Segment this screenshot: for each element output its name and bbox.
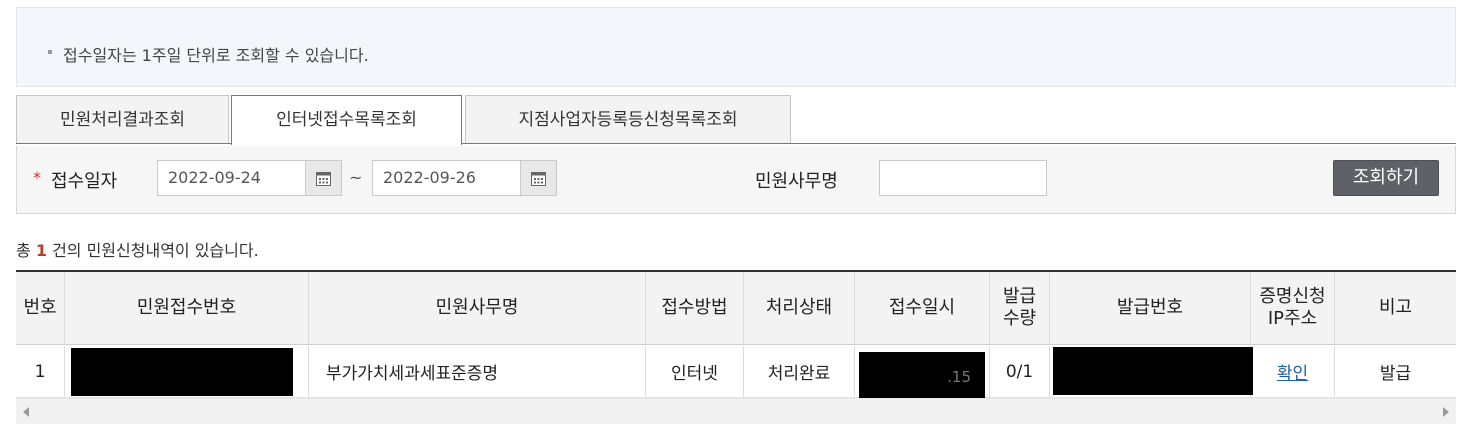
date-from-input[interactable]: 2022-09-24	[157, 160, 306, 196]
header-service-name: 민원사무명	[309, 272, 646, 344]
bullet-icon	[48, 50, 52, 54]
cell-service-name: 부가가치세과세표준증명	[309, 346, 646, 397]
cell-method: 인터넷	[646, 346, 744, 397]
date-label: 접수일자	[51, 171, 118, 192]
redacted-receipt-no	[71, 348, 293, 396]
receipt-date-fragment: .15	[947, 368, 971, 386]
notice-box: 접수일자는 1주일 단위로 조회할 수 있습니다.	[16, 7, 1456, 87]
header-receipt-no: 민원접수번호	[65, 272, 309, 344]
header-note: 비고	[1378, 297, 1413, 318]
tab-bar: 민원처리결과조회 인터넷접수목록조회 지점사업자등록등신청목록조회	[16, 95, 1456, 145]
cell-ip-address: 확인	[1251, 346, 1335, 397]
table-row: 1 부가가치세과세표준증명 인터넷 처리완료 .15 0/1 확인 발급	[16, 346, 1456, 400]
tab-internet-receipt[interactable]: 인터넷접수목록조회	[231, 95, 462, 145]
summary-suffix: 건의 민원신청내역이 있습니다.	[52, 241, 259, 260]
date-separator: ~	[349, 168, 363, 187]
service-name-label: 민원사무명	[755, 171, 838, 192]
header-receipt-date: 접수일시	[855, 272, 990, 344]
summary-prefix: 총	[16, 241, 31, 260]
ip-confirm-link[interactable]: 확인	[1277, 359, 1308, 384]
search-button[interactable]: 조회하기	[1333, 160, 1439, 196]
required-mark: *	[33, 168, 41, 187]
cell-status: 처리완료	[744, 346, 855, 397]
header-status: 처리상태	[744, 272, 855, 344]
cell-no: 1	[16, 346, 65, 397]
cell-note: 발급	[1379, 364, 1412, 384]
result-count: 1	[35, 241, 47, 260]
tab-branch-registration[interactable]: 지점사업자등록등신청목록조회	[465, 95, 791, 144]
service-name-input[interactable]	[879, 160, 1047, 196]
horizontal-scrollbar[interactable]	[16, 398, 1456, 424]
cell-receipt-date: .15	[855, 346, 990, 400]
header-issue-qty: 발급 수량	[990, 272, 1050, 344]
header-issue-no: 발급번호	[1050, 272, 1251, 344]
calendar-icon[interactable]	[520, 160, 557, 196]
scroll-right-icon[interactable]	[1443, 407, 1449, 417]
search-panel: * 접수일자 2022-09-24 ~ 2022-09-26 민원사무명 조회하…	[16, 146, 1456, 214]
calendar-icon[interactable]	[305, 160, 342, 196]
header-ip-address: 증명신청 IP주소	[1251, 272, 1335, 344]
result-summary: 총 1 건의 민원신청내역이 있습니다.	[16, 237, 259, 261]
tab-civil-result[interactable]: 민원처리결과조회	[16, 95, 229, 144]
cell-receipt-no	[65, 346, 309, 397]
notice-text: 접수일자는 1주일 단위로 조회할 수 있습니다.	[63, 46, 369, 65]
cell-issue-qty: 0/1	[990, 346, 1050, 397]
date-to-input[interactable]: 2022-09-26	[372, 160, 521, 196]
header-no: 번호	[16, 272, 65, 344]
table-header-row: 번호 민원접수번호 민원사무명 접수방법 처리상태 접수일시 발급 수량 발급번…	[16, 272, 1456, 345]
scroll-left-icon[interactable]	[23, 407, 29, 417]
redacted-issue-no	[1053, 347, 1253, 395]
header-method: 접수방법	[646, 272, 744, 344]
cell-issue-no	[1050, 346, 1253, 397]
